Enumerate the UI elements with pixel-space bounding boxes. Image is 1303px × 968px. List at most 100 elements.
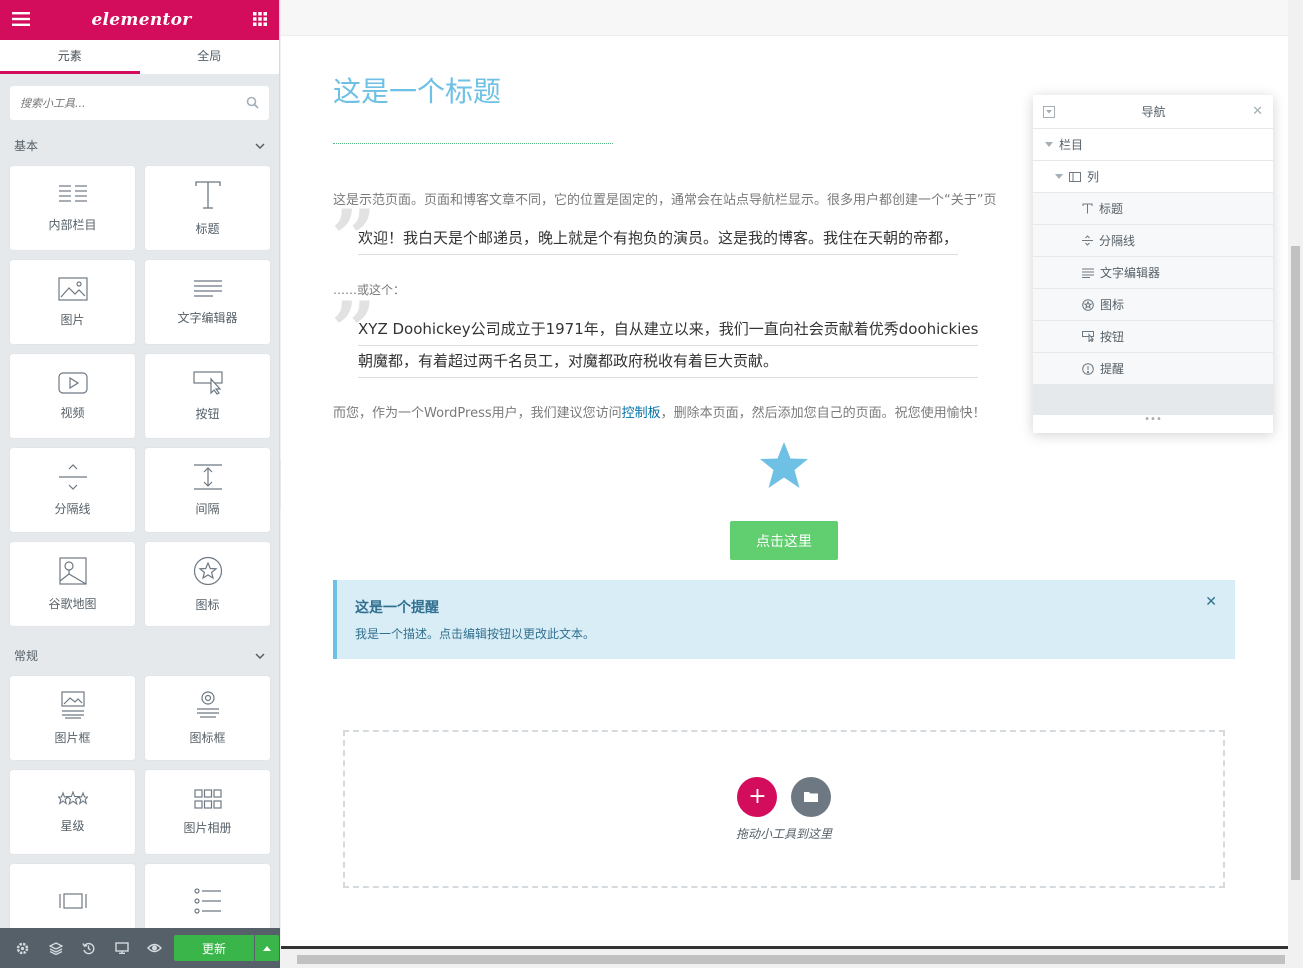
- add-template-button[interactable]: [790, 776, 831, 817]
- widget-inner-section[interactable]: 内部栏目: [10, 166, 135, 250]
- nav-item-column[interactable]: 列: [1033, 161, 1273, 193]
- widget-video[interactable]: 视频: [10, 354, 135, 438]
- widget-label: 星级: [60, 818, 85, 833]
- widget-label: 内部栏目: [48, 217, 97, 232]
- intro-paragraph[interactable]: 这是示范页面。页面和博客文章不同，它的位置是固定的，通常会在站点导航栏显示。很多…: [333, 189, 996, 208]
- button-icon: [1082, 331, 1094, 342]
- widget-text-editor[interactable]: 文字编辑器: [145, 260, 270, 344]
- icon-box-icon: [196, 690, 219, 718]
- outro-text: ，删除本页面，然后添加您自己的页面。祝您使用愉快！: [660, 406, 986, 421]
- nav-item-alert[interactable]: 提醒: [1033, 353, 1273, 385]
- search-input[interactable]: [20, 96, 220, 110]
- page-heading[interactable]: 这是一个标题: [333, 70, 501, 110]
- widget-button[interactable]: 按钮: [145, 354, 270, 438]
- widget-label: 谷歌地图: [48, 596, 97, 611]
- drop-zone[interactable]: + 拖动小工具到这里: [343, 730, 1225, 888]
- add-section-button[interactable]: +: [737, 776, 778, 817]
- tab-elements[interactable]: 元素: [0, 40, 140, 74]
- nav-item-button[interactable]: 按钮: [1033, 321, 1273, 353]
- widget-image[interactable]: 图片: [10, 260, 135, 344]
- text-editor-icon: [1082, 268, 1094, 278]
- widget-label: 图标: [195, 597, 220, 612]
- preview-bottom-edge: [281, 946, 1288, 949]
- quote-block-2[interactable]: XYZ Doohickey公司成立于1971年，自从建立以来，我们一直向社会贡献…: [358, 314, 979, 378]
- history-icon[interactable]: [72, 942, 105, 955]
- widget-label: 文字编辑器: [177, 310, 238, 325]
- nav-item-heading[interactable]: 标题: [1033, 193, 1273, 225]
- widget-label: 间隔: [195, 501, 220, 516]
- preview-top-strip: [281, 0, 1288, 36]
- widget-image-box[interactable]: 图片框: [10, 676, 135, 760]
- update-button[interactable]: 更新: [174, 935, 254, 961]
- alert-description: 我是一个描述。点击编辑按钮以更改此文本。: [355, 627, 596, 641]
- carousel-icon: [58, 893, 87, 909]
- widget-gallery[interactable]: 图片相册: [145, 770, 270, 854]
- widget-spacer[interactable]: 间隔: [145, 448, 270, 532]
- apps-grid-icon[interactable]: [252, 11, 267, 30]
- search-icon[interactable]: [246, 94, 259, 113]
- spacer-icon: [193, 463, 222, 490]
- resize-handle-icon[interactable]: •••: [1033, 415, 1273, 425]
- heading-icon: [194, 180, 221, 209]
- nav-item-label: 列: [1087, 170, 1100, 184]
- drop-hint: 拖动小工具到这里: [735, 826, 832, 841]
- responsive-desktop-icon[interactable]: [105, 942, 138, 954]
- settings-icon[interactable]: [6, 942, 39, 955]
- quote-line: 欢迎！我白天是个邮递员，晚上就是个有抱负的演员。这是我的博客。我住在天朝的帝都，: [358, 223, 959, 255]
- scrollbar-thumb[interactable]: [297, 955, 1285, 964]
- close-icon[interactable]: ✕: [1205, 594, 1217, 610]
- navigator-panel: 导航 ✕ 栏目 列 标题 分隔线 文字编辑器 图标 按钮 提醒 •••: [1033, 95, 1273, 433]
- horizontal-scrollbar[interactable]: [281, 951, 1303, 968]
- caret-down-icon: [1055, 174, 1063, 179]
- panel-header: elementor: [0, 0, 279, 40]
- widget-label: 图标框: [189, 730, 226, 745]
- click-here-button[interactable]: 点击这里: [730, 521, 838, 560]
- category-basic-label: 基本: [14, 138, 39, 153]
- image-icon: [57, 276, 88, 301]
- nav-item-label: 提醒: [1100, 362, 1125, 376]
- nav-item-label: 图标: [1100, 298, 1125, 312]
- widget-label: 图片: [60, 312, 85, 327]
- category-general-header[interactable]: 常规: [0, 640, 279, 670]
- layers-icon[interactable]: [39, 941, 72, 955]
- widget-google-map[interactable]: 谷歌地图: [10, 542, 135, 626]
- widget-icon[interactable]: 图标: [145, 542, 270, 626]
- category-general-label: 常规: [14, 648, 39, 663]
- nav-item-divider[interactable]: 分隔线: [1033, 225, 1273, 257]
- hamburger-menu-icon[interactable]: [12, 11, 30, 30]
- alert-title: 这是一个提醒: [355, 600, 439, 616]
- widget-label: 图片框: [54, 730, 91, 745]
- nav-item-icon[interactable]: 图标: [1033, 289, 1273, 321]
- nav-item-label: 分隔线: [1099, 234, 1136, 248]
- scrollbar-thumb[interactable]: [1291, 246, 1300, 880]
- update-options-button[interactable]: [255, 935, 279, 961]
- widget-icon-box[interactable]: 图标框: [145, 676, 270, 760]
- star-icon: [1082, 298, 1094, 311]
- quote-block-1[interactable]: 欢迎！我白天是个邮递员，晚上就是个有抱负的演员。这是我的博客。我住在天朝的帝都，: [358, 223, 959, 255]
- category-basic-header[interactable]: 基本: [0, 130, 279, 160]
- star-icon[interactable]: [758, 440, 810, 490]
- close-icon[interactable]: ✕: [1252, 104, 1263, 119]
- widget-star-rating[interactable]: 星级: [10, 770, 135, 854]
- widget-heading[interactable]: 标题: [145, 166, 270, 250]
- tab-global[interactable]: 全局: [140, 40, 280, 74]
- outro-paragraph[interactable]: 而您，作为一个WordPress用户，我们建议您访问控制板，删除本页面，然后添加…: [333, 402, 986, 421]
- outro-text: 而您，作为一个WordPress用户，我们建议您访问: [333, 406, 622, 421]
- nav-item-text-editor[interactable]: 文字编辑器: [1033, 257, 1273, 289]
- caret-up-icon: [263, 945, 271, 951]
- alert-box[interactable]: 这是一个提醒 我是一个描述。点击编辑按钮以更改此文本。 ✕: [333, 580, 1235, 659]
- navigator-empty-area: [1033, 385, 1273, 415]
- gallery-icon: [193, 788, 222, 809]
- vertical-scrollbar[interactable]: [1288, 0, 1303, 948]
- dashboard-link[interactable]: 控制板: [622, 406, 661, 421]
- map-icon: [58, 556, 87, 585]
- button-icon: [192, 370, 223, 395]
- alert-icon: [1082, 362, 1094, 375]
- general-widgets-grid: 图片框 图标框 星级 图片相册: [0, 670, 279, 962]
- preview-eye-icon[interactable]: [138, 943, 171, 953]
- navigator-header[interactable]: 导航 ✕: [1033, 95, 1273, 129]
- collapse-all-icon[interactable]: [1043, 105, 1055, 118]
- nav-item-section[interactable]: 栏目: [1033, 129, 1273, 161]
- heading-divider[interactable]: [333, 143, 613, 144]
- widget-divider[interactable]: 分隔线: [10, 448, 135, 532]
